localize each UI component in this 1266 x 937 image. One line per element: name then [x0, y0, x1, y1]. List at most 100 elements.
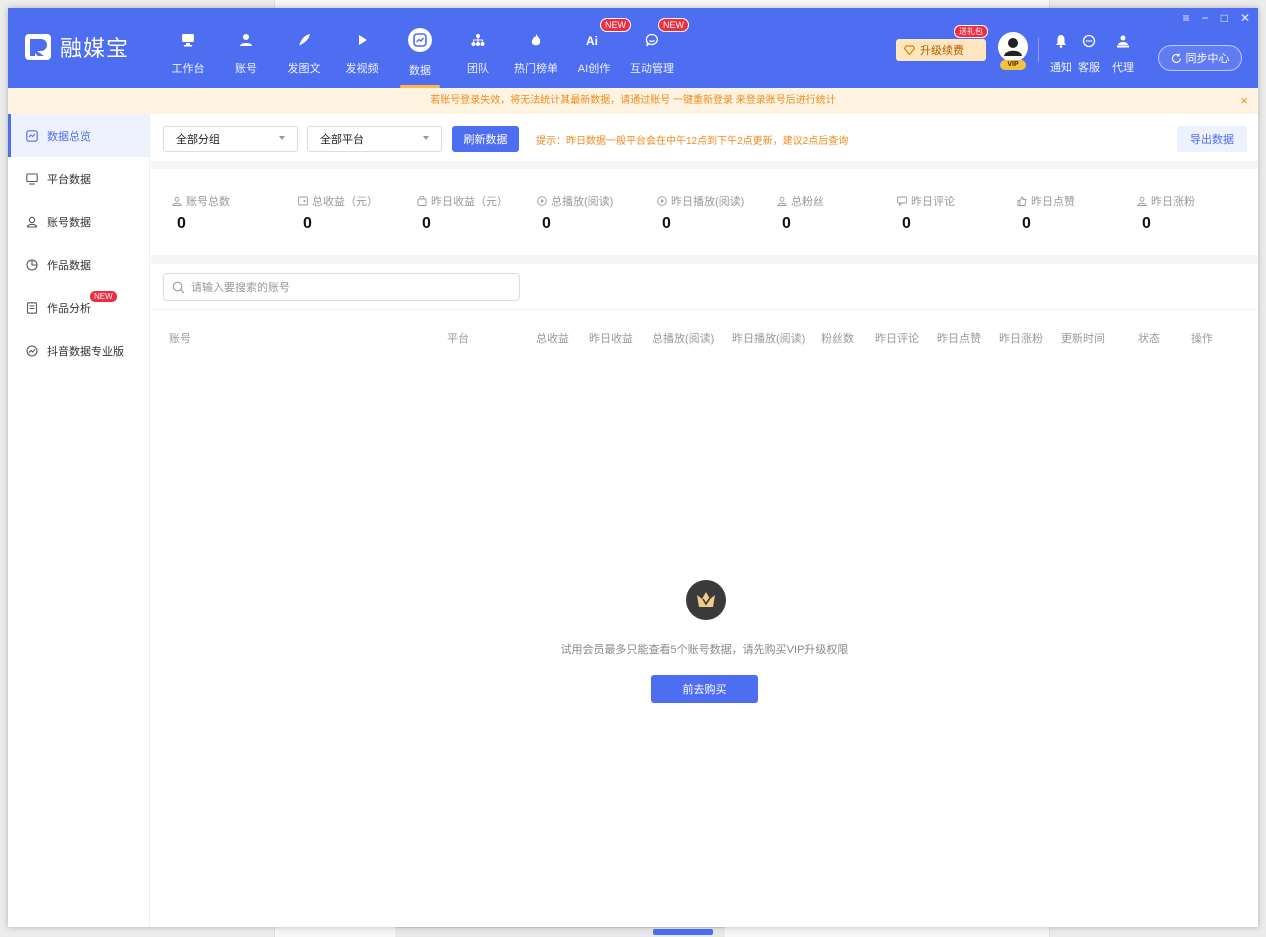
main-nav: 工作台 账号 发图文 发视频 数据 团队 热门榜单 Ai AI创作 NEW 互动… — [164, 8, 689, 88]
stat-label: 昨日播放(阅读) — [671, 196, 745, 208]
user-icon — [236, 30, 256, 50]
service-label: 客服 — [1078, 62, 1100, 74]
stat-value: 0 — [303, 215, 312, 232]
screen-icon — [26, 172, 38, 185]
nav-item-hot-list[interactable]: 热门榜单 — [512, 8, 560, 88]
stat-value: 0 — [662, 215, 671, 232]
stat-label: 总播放(阅读) — [551, 196, 614, 208]
user-outline-icon — [776, 196, 787, 207]
export-data-button[interactable]: 导出数据 — [1177, 126, 1247, 152]
background-window-button — [653, 929, 713, 935]
chat-icon — [642, 30, 662, 50]
sync-icon — [1171, 53, 1182, 64]
buy-vip-label: 前去购买 — [682, 684, 727, 696]
nav-item-data[interactable]: 数据 — [396, 8, 444, 88]
notify-button[interactable]: 通知 — [1050, 34, 1072, 75]
vip-limit-message: 试用会员最多只能查看5个账号数据，请先购买VIP升级权限 — [560, 644, 849, 656]
nav-label: 发视频 — [345, 63, 379, 75]
stat-yesterday-new-fans: 昨日涨粉 0 — [1136, 193, 1195, 233]
nav-item-team[interactable]: 团队 — [454, 8, 502, 88]
buy-vip-button[interactable]: 前去购买 — [651, 675, 758, 703]
user-outline-icon — [171, 196, 182, 207]
nav-item-account[interactable]: 账号 — [222, 8, 270, 88]
thumbs-up-icon — [1016, 196, 1027, 207]
feather-icon — [294, 30, 314, 50]
sidebar: 数据总览 平台数据 账号数据 作品数据 作品分析 NEW 抖音数据专业版 — [8, 114, 150, 927]
stat-label: 总收益（元） — [312, 196, 378, 208]
nav-item-post-video[interactable]: 发视频 — [338, 8, 386, 88]
minimize-icon[interactable]: − — [1202, 11, 1209, 25]
user-outline-icon — [1136, 196, 1147, 207]
play-circle-icon — [536, 196, 547, 207]
sidebar-item-label: 抖音数据专业版 — [47, 345, 124, 358]
agent-label: 代理 — [1112, 62, 1134, 74]
sidebar-item-works-analysis[interactable]: 作品分析 NEW — [8, 286, 149, 329]
notice-text: 若账号登录失效，将无法统计其最新数据，请通过账号 一键重新登录 来登录账号后进行… — [430, 95, 836, 106]
refresh-data-button[interactable]: 刷新数据 — [452, 126, 519, 152]
stat-label: 昨日涨粉 — [1151, 196, 1195, 208]
nav-label: AI创作 — [577, 63, 611, 75]
nav-item-workbench[interactable]: 工作台 — [164, 8, 212, 88]
top-header: 融媒宝 工作台 账号 发图文 发视频 数据 团队 热门榜单 Ai AI创作 NE… — [8, 8, 1258, 88]
stat-total-fans: 总粉丝 0 — [776, 193, 824, 233]
nav-item-interaction[interactable]: 互动管理 NEW — [628, 8, 689, 88]
chevron-down-icon — [423, 136, 429, 140]
nav-item-ai-create[interactable]: Ai AI创作 NEW — [570, 8, 631, 88]
sidebar-item-platform-data[interactable]: 平台数据 — [8, 157, 149, 200]
sidebar-item-label: 账号数据 — [47, 216, 91, 229]
service-button[interactable]: 客服 — [1078, 34, 1100, 75]
sidebar-item-works-data[interactable]: 作品数据 — [8, 243, 149, 286]
monitor-icon — [178, 30, 198, 50]
sidebar-item-douyin-pro[interactable]: 抖音数据专业版 — [8, 329, 149, 372]
stat-label: 昨日评论 — [911, 196, 955, 208]
sidebar-item-account-data[interactable]: 账号数据 — [8, 200, 149, 243]
maximize-icon[interactable]: □ — [1221, 11, 1228, 25]
play-icon — [352, 30, 372, 50]
avatar[interactable] — [998, 32, 1028, 62]
stat-label: 昨日点赞 — [1031, 196, 1075, 208]
upgrade-label: 升级续费 — [920, 45, 964, 57]
ai-icon: Ai — [584, 30, 604, 50]
crown-icon — [686, 580, 726, 620]
play-circle-icon — [656, 196, 667, 207]
comment-icon — [896, 196, 907, 207]
sidebar-item-label: 作品分析 — [47, 302, 91, 315]
logo-icon — [24, 33, 52, 61]
nav-label: 工作台 — [171, 63, 205, 75]
diamond-icon — [904, 45, 915, 55]
new-badge: NEW — [600, 18, 631, 32]
platform-select[interactable]: 全部平台 — [307, 126, 442, 152]
agent-button[interactable]: 代理 — [1112, 34, 1134, 75]
bell-icon — [1054, 34, 1068, 51]
nav-label: 发图文 — [287, 63, 321, 75]
new-badge: NEW — [658, 18, 689, 32]
sidebar-item-label: 数据总览 — [47, 130, 91, 143]
sync-center-button[interactable]: 同步中心 — [1158, 45, 1242, 71]
stat-value: 0 — [782, 215, 791, 232]
menu-icon[interactable]: ≡ — [1183, 11, 1190, 25]
app-window: 融媒宝 工作台 账号 发图文 发视频 数据 团队 热门榜单 Ai AI创作 NE… — [8, 8, 1258, 927]
close-icon[interactable]: ✕ — [1240, 11, 1250, 25]
nav-label: 互动管理 — [630, 63, 674, 75]
stat-value: 0 — [422, 215, 431, 232]
chevron-down-icon — [279, 136, 285, 140]
flame-icon — [526, 30, 546, 50]
app-name: 融媒宝 — [60, 36, 130, 61]
service-icon — [1082, 34, 1096, 51]
stat-value: 0 — [542, 215, 551, 232]
stat-total-plays: 总播放(阅读) 0 — [536, 193, 613, 233]
stat-account-total: 账号总数 0 — [171, 193, 230, 233]
upgrade-button[interactable]: 升级续费 — [896, 39, 986, 61]
stat-value: 0 — [1022, 215, 1031, 232]
vip-tag: VIP — [1000, 60, 1026, 70]
agent-icon — [1116, 34, 1130, 51]
notice-close-icon[interactable]: × — [1240, 88, 1248, 114]
gift-badge: 送礼包 — [954, 25, 988, 38]
export-data-label: 导出数据 — [1190, 134, 1234, 146]
nav-item-post-article[interactable]: 发图文 — [280, 8, 328, 88]
app-logo[interactable]: 融媒宝 — [24, 31, 129, 63]
overview-icon — [26, 129, 38, 142]
stat-label: 总粉丝 — [791, 196, 824, 208]
group-select[interactable]: 全部分组 — [163, 126, 298, 152]
sidebar-item-overview[interactable]: 数据总览 — [8, 114, 149, 157]
